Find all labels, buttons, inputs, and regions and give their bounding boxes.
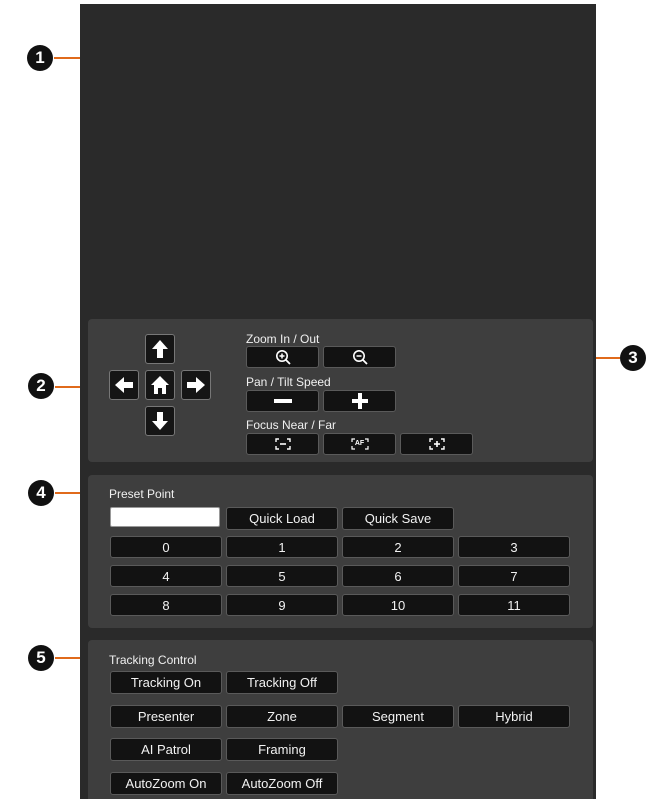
preset-button-9[interactable]: 9	[226, 594, 338, 616]
zoom-in-icon	[275, 349, 291, 365]
auto-focus-icon: AF	[350, 438, 369, 450]
preset-point-title: Preset Point	[109, 487, 175, 501]
arrow-left-icon	[114, 376, 134, 394]
tilt-down-button[interactable]	[145, 406, 175, 436]
preset-button-4[interactable]: 4	[110, 565, 222, 587]
autozoom-off-button[interactable]: AutoZoom Off	[226, 772, 338, 795]
preset-button-2[interactable]: 2	[342, 536, 454, 558]
pan-left-button[interactable]	[109, 370, 139, 400]
plus-icon	[351, 393, 368, 409]
home-button[interactable]	[145, 370, 175, 400]
zoom-label: Zoom In / Out	[246, 332, 320, 346]
framing-button[interactable]: Framing	[226, 738, 338, 761]
zoom-in-button[interactable]	[246, 346, 319, 368]
preset-button-8[interactable]: 8	[110, 594, 222, 616]
focus-near-icon	[274, 438, 291, 450]
zoom-out-icon	[352, 349, 368, 365]
auto-focus-text: AF	[354, 440, 365, 447]
preset-number-input[interactable]	[110, 507, 220, 527]
tilt-up-button[interactable]	[145, 334, 175, 364]
tracking-off-button[interactable]: Tracking Off	[226, 671, 338, 694]
preset-button-11[interactable]: 11	[458, 594, 570, 616]
tracking-on-button[interactable]: Tracking On	[110, 671, 222, 694]
preset-button-10[interactable]: 10	[342, 594, 454, 616]
autozoom-on-button[interactable]: AutoZoom On	[110, 772, 222, 795]
zoom-out-button[interactable]	[323, 346, 396, 368]
focus-far-button[interactable]	[400, 433, 473, 455]
auto-focus-button[interactable]: AF	[323, 433, 396, 455]
arrow-up-icon	[151, 339, 169, 359]
arrow-right-icon	[186, 376, 206, 394]
arrow-down-icon	[151, 411, 169, 431]
ai-patrol-button[interactable]: AI Patrol	[110, 738, 222, 761]
focus-label: Focus Near / Far	[246, 418, 337, 432]
focus-near-button[interactable]	[246, 433, 319, 455]
quick-load-button[interactable]: Quick Load	[226, 507, 338, 530]
preset-button-5[interactable]: 5	[226, 565, 338, 587]
segment-button[interactable]: Segment	[342, 705, 454, 728]
preset-button-1[interactable]: 1	[226, 536, 338, 558]
focus-far-icon	[428, 438, 445, 450]
speed-decrease-button[interactable]	[246, 390, 319, 412]
callout-4: 4	[28, 480, 54, 506]
tracking-control-title: Tracking Control	[109, 653, 197, 667]
callout-5: 5	[28, 645, 54, 671]
video-preview	[80, 4, 596, 316]
pan-right-button[interactable]	[181, 370, 211, 400]
preset-button-7[interactable]: 7	[458, 565, 570, 587]
minus-icon	[273, 398, 292, 404]
preset-button-0[interactable]: 0	[110, 536, 222, 558]
callout-1: 1	[27, 45, 53, 71]
quick-save-button[interactable]: Quick Save	[342, 507, 454, 530]
pan-tilt-speed-label: Pan / Tilt Speed	[246, 375, 331, 389]
preset-button-6[interactable]: 6	[342, 565, 454, 587]
home-icon	[150, 375, 170, 395]
hybrid-button[interactable]: Hybrid	[458, 705, 570, 728]
zone-button[interactable]: Zone	[226, 705, 338, 728]
presenter-button[interactable]: Presenter	[110, 705, 222, 728]
preset-button-3[interactable]: 3	[458, 536, 570, 558]
callout-3: 3	[620, 345, 646, 371]
callout-2: 2	[28, 373, 54, 399]
speed-increase-button[interactable]	[323, 390, 396, 412]
